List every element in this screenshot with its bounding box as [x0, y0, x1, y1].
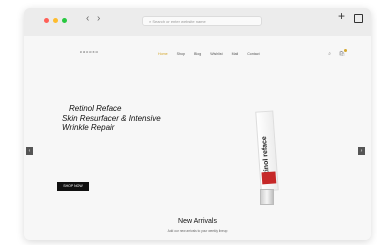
- zoom-window-button[interactable]: [62, 18, 67, 23]
- hero-heading: Retinol Reface Skin Resurfacer & Intensi…: [62, 104, 161, 133]
- search-icon[interactable]: ⌕: [328, 51, 331, 57]
- menu-item-contact[interactable]: Contact: [247, 52, 259, 56]
- section-title: New Arrivals: [178, 218, 217, 225]
- forward-button[interactable]: ›: [97, 13, 100, 24]
- menu-item-home[interactable]: Home: [158, 52, 168, 56]
- carousel-prev-button[interactable]: ‹: [26, 147, 33, 155]
- back-button[interactable]: ‹: [86, 13, 89, 24]
- minimize-window-button[interactable]: [53, 18, 58, 23]
- main-menu: Home Shop Blog Wishlist Mail Contact: [158, 52, 260, 56]
- tabs-overview-icon[interactable]: [354, 12, 365, 23]
- product-stripe: [261, 171, 277, 185]
- menu-item-mail[interactable]: Mail: [232, 52, 239, 56]
- hero-line-2: Skin Resurfacer & Intensive: [62, 113, 161, 123]
- new-tab-button[interactable]: +: [338, 9, 345, 23]
- address-placeholder: Search or enter website name: [152, 19, 206, 24]
- site-logo[interactable]: cocoxo: [80, 49, 99, 54]
- menu-item-wishlist[interactable]: Wishlist: [210, 52, 222, 56]
- cart-badge: [344, 49, 347, 52]
- section-subtitle: Add our new arrivals to your weekly line…: [167, 229, 228, 233]
- menu-item-blog[interactable]: Blog: [194, 52, 201, 56]
- close-window-button[interactable]: [44, 18, 49, 23]
- shop-now-button[interactable]: SHOP NOW: [57, 182, 89, 191]
- traffic-lights: [44, 18, 67, 23]
- menu-item-shop[interactable]: Shop: [177, 52, 185, 56]
- search-icon: ⌕: [149, 19, 152, 24]
- browser-toolbar: ‹ › ⌕ Search or enter website name +: [24, 8, 371, 37]
- address-bar[interactable]: ⌕ Search or enter website name: [142, 16, 262, 26]
- browser-window: ‹ › ⌕ Search or enter website name + coc…: [24, 8, 371, 240]
- carousel-next-button[interactable]: ›: [358, 147, 365, 155]
- hero-line-1: Retinol Reface: [69, 104, 122, 113]
- product-cap: [260, 189, 274, 205]
- website-page: cocoxo Home Shop Blog Wishlist Mail Cont…: [24, 36, 371, 240]
- hero-line-3: Wrinkle Repair: [62, 123, 115, 132]
- product-tube: retinol reface: [255, 110, 279, 192]
- product-image: retinol reface: [255, 110, 283, 206]
- shop-now-label: SHOP NOW: [63, 184, 83, 188]
